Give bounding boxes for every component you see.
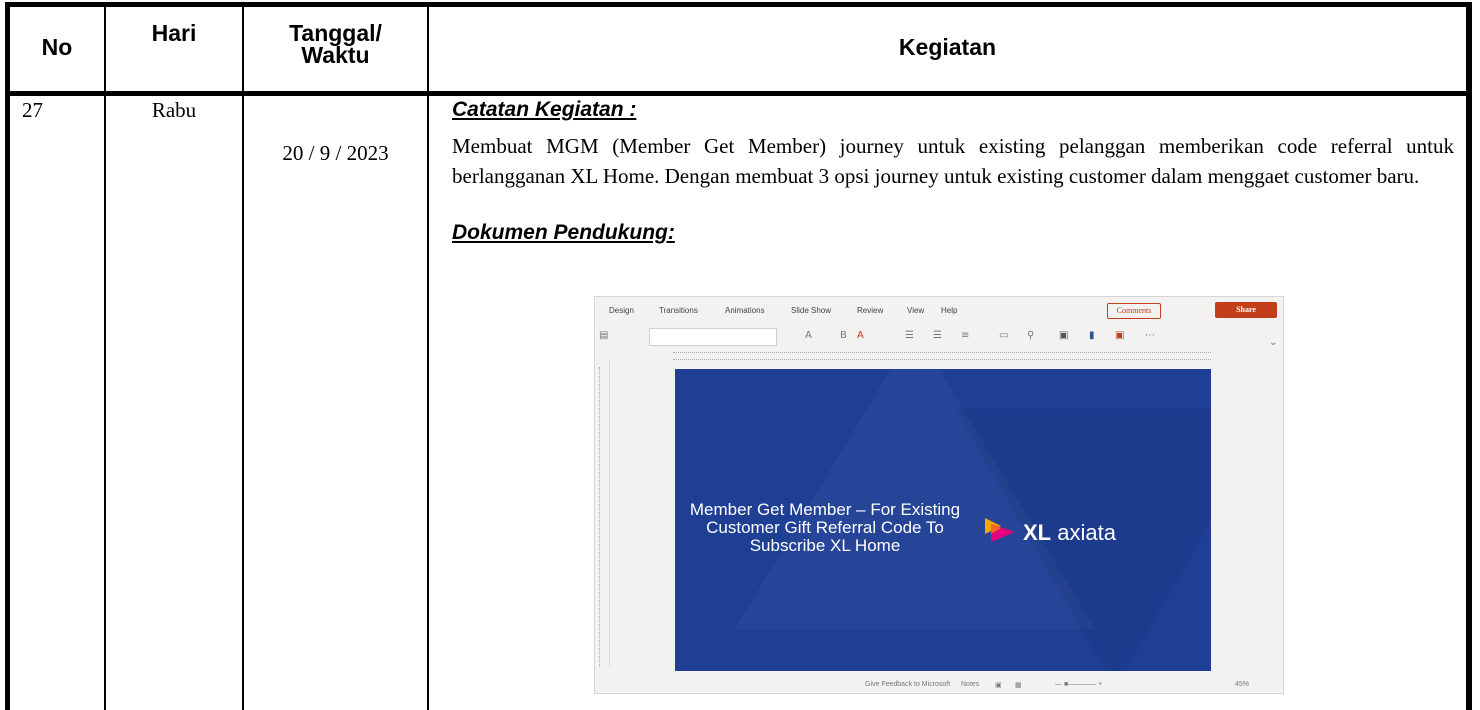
table-border-top [5,2,1472,7]
table-border-right [1466,2,1472,710]
share-button: Share [1215,302,1277,318]
document-screenshot: Design Transitions Animations Slide Show… [594,296,1284,694]
font-color-icon: A [857,330,864,341]
tab-view: View [907,306,925,315]
row-no: 27 [22,98,43,122]
xl-axiata-logo-icon [985,518,1015,542]
tab-help: Help [941,306,958,315]
tab-design: Design [609,306,634,315]
slide-canvas: Member Get Member – For Existing Custome… [675,369,1211,671]
paste-icon: ▤ [599,330,609,341]
find-icon: ⚲ [1027,330,1035,341]
row-tanggal: 20 / 9 / 2023 [282,141,389,165]
row-hari: Rabu [151,98,197,122]
more-icon: ⋯ [1145,330,1155,341]
column-divider [242,2,244,710]
header-hari: Hari [151,20,197,46]
header-divider [5,91,1472,96]
zoom-slider: — ■———— + [1055,681,1103,688]
table-border-left [5,2,10,710]
font-size-icon: A [805,330,812,341]
dokumen-title: Dokumen Pendukung: [452,221,675,244]
status-bar: Give Feedback to Microsoft Notes ▣ ▦ — ■… [595,677,1283,693]
tab-review: Review [857,306,884,315]
numbering-icon: ☰ [933,330,942,341]
shapes-icon: ▭ [999,330,1009,341]
horizontal-ruler [673,352,1211,360]
header-kegiatan: Kegiatan [898,34,997,60]
status-feedback: Give Feedback to Microsoft [865,681,951,688]
tab-animations: Animations [725,306,765,315]
sorter-view-icon: ▦ [1015,682,1022,689]
header-no: No [41,34,73,60]
ribbon-tabs: Design Transitions Animations Slide Show… [595,297,1283,323]
tab-slide-show: Slide Show [791,306,832,315]
designer-icon: ▣ [1059,330,1069,341]
status-notes: Notes [961,681,980,688]
bold-icon: B [840,330,847,341]
font-box [649,328,777,346]
normal-view-icon: ▣ [995,682,1002,689]
xl-axiata-wordmark: XL axiata [1023,520,1116,545]
header-tanggal: Tanggal/ Waktu [289,20,382,68]
layout-icon: ▣ [1115,330,1125,341]
column-divider [427,2,429,710]
vertical-ruler [599,367,604,667]
align-icon: ≡ [961,330,970,341]
kegiatan-body: Membuat MGM (Member Get Member) journey … [452,134,1454,188]
bullets-icon: ☰ [905,330,914,341]
slide-title: Member Get Member – For Existing Custome… [689,500,961,555]
chevron-down-icon: ⌄ [1269,337,1278,348]
comments-button: Comments [1107,303,1161,319]
kegiatan-title: Catatan Kegiatan : [452,98,637,121]
dictate-icon: ▮ [1089,330,1095,341]
status-zoom: 45% [1235,681,1250,688]
tab-transitions: Transitions [659,306,698,315]
